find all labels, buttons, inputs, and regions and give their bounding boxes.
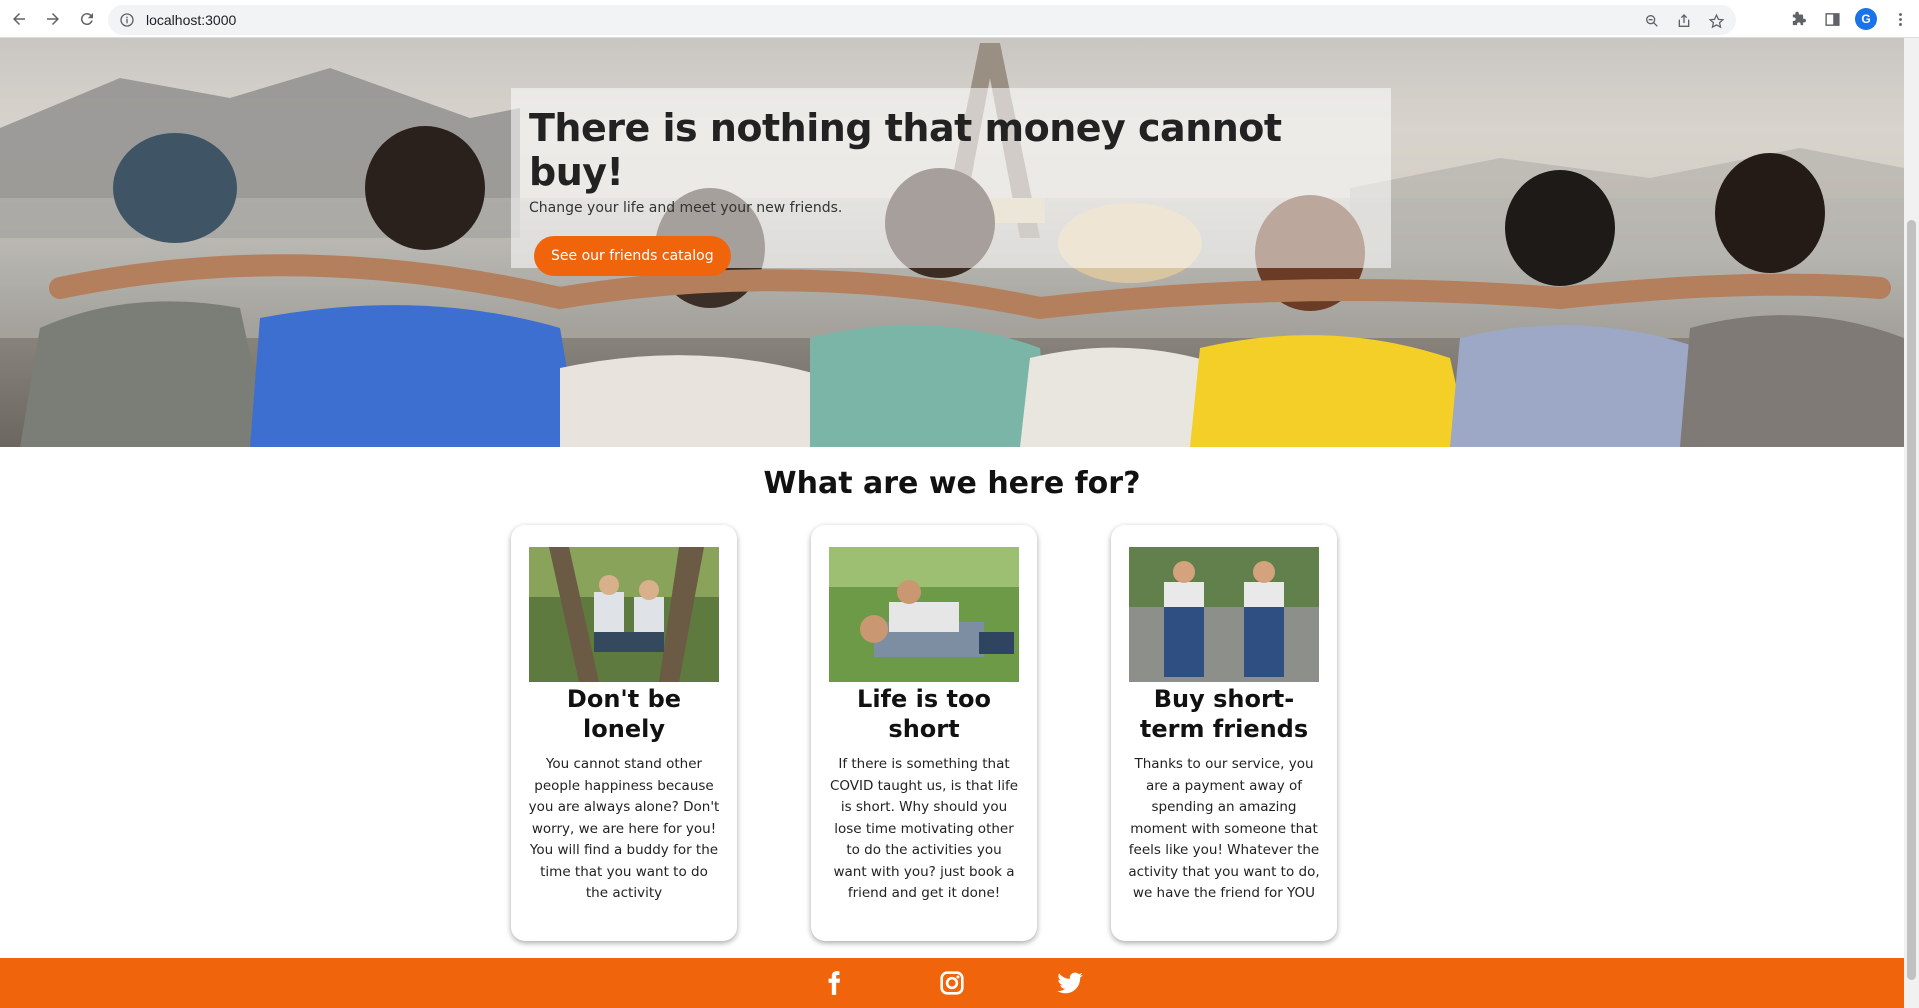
facebook-icon[interactable] (816, 965, 852, 1001)
hero-banner: There is nothing that money cannot buy! … (0, 38, 1904, 447)
section-title: What are we here for? (763, 466, 1141, 501)
card-image-short-term (1129, 547, 1319, 682)
card-title: Buy short-term friends (1139, 685, 1309, 743)
sidepanel-icon[interactable] (1821, 8, 1843, 30)
site-footer (0, 958, 1904, 1008)
profile-avatar[interactable]: G (1855, 8, 1877, 30)
card-text: You cannot stand other people happiness … (528, 756, 720, 901)
instagram-icon[interactable] (934, 965, 970, 1001)
star-icon[interactable] (1706, 11, 1726, 31)
twitter-icon[interactable] (1052, 965, 1088, 1001)
extensions-icon[interactable] (1787, 8, 1809, 30)
zoom-icon[interactable] (1642, 11, 1662, 31)
feature-card-lonely: Don't be lonely You cannot stand other p… (511, 525, 737, 941)
friends-catalog-button[interactable]: See our friends catalog (534, 236, 731, 276)
address-bar[interactable]: localhost:3000 (108, 5, 1736, 35)
card-image-lonely (529, 547, 719, 682)
card-text: Thanks to our service, you are a payment… (1128, 756, 1320, 901)
menu-icon[interactable] (1889, 8, 1911, 30)
forward-icon[interactable] (38, 4, 68, 34)
hero-subtitle: Change your life and meet your new frien… (529, 200, 843, 216)
card-image-life-short (829, 547, 1019, 682)
page-viewport: There is nothing that money cannot buy! … (0, 38, 1904, 1008)
reload-icon[interactable] (72, 4, 102, 34)
hero-title: There is nothing that money cannot buy! (529, 106, 1282, 194)
vertical-scrollbar[interactable] (1904, 38, 1919, 1008)
card-title: Don't be lonely (566, 685, 682, 743)
back-icon[interactable] (4, 4, 34, 34)
card-title: Life is too short (857, 685, 991, 743)
url-text: localhost:3000 (146, 12, 237, 28)
feature-card-life-short: Life is too short If there is something … (811, 525, 1037, 941)
share-icon[interactable] (1674, 11, 1694, 31)
card-text: If there is something that COVID taught … (829, 756, 1019, 901)
hero-panel: There is nothing that money cannot buy! … (511, 88, 1391, 276)
scrollbar-thumb[interactable] (1907, 220, 1916, 980)
info-icon[interactable] (118, 11, 136, 29)
feature-card-short-term: Buy short-term friends Thanks to our ser… (1111, 525, 1337, 941)
browser-toolbar: localhost:3000 G (0, 0, 1919, 38)
